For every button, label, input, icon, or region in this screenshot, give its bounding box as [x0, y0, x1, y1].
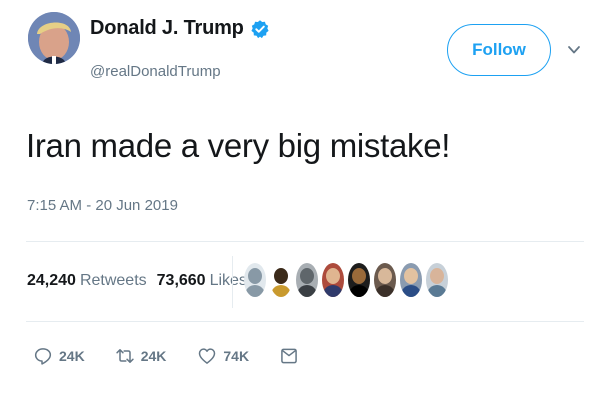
engagement-stats: 24,240 Retweets 73,660 Likes	[27, 272, 257, 290]
retweet-icon	[116, 349, 134, 363]
tweet-text: Iran made a very big mistake!	[26, 127, 451, 164]
like-button[interactable]: 74K	[197, 346, 249, 366]
likes-label: Likes	[209, 272, 247, 289]
author-name-row: Donald J. Trump	[90, 17, 270, 40]
avatar-photo	[28, 12, 80, 64]
retweet-count: 24K	[140, 348, 167, 364]
reply-count: 24K	[59, 348, 85, 364]
follow-button[interactable]: Follow	[447, 24, 551, 76]
stats-separator	[232, 256, 233, 308]
retweets-label: Retweets	[79, 272, 147, 289]
liker-avatars	[244, 263, 448, 297]
likes-count: 73,660	[156, 272, 206, 289]
envelope-icon	[281, 348, 297, 364]
heart-icon	[199, 348, 216, 364]
author-name[interactable]: Donald J. Trump	[90, 17, 244, 40]
tweet-actions: 24K 24K 74K	[33, 346, 299, 366]
verified-badge-icon	[251, 19, 269, 38]
liker-avatar[interactable]	[322, 263, 344, 297]
divider-top	[26, 241, 584, 242]
liker-avatar[interactable]	[374, 263, 396, 297]
like-count: 74K	[223, 348, 250, 364]
divider-bottom	[26, 321, 584, 322]
liker-avatar[interactable]	[348, 263, 370, 297]
direct-message-button[interactable]	[279, 346, 299, 366]
reply-icon	[34, 348, 52, 365]
liker-avatar[interactable]	[426, 263, 448, 297]
liker-avatar[interactable]	[400, 263, 422, 297]
tweet-card: Donald J. Trump @realDonaldTrump Follow …	[0, 0, 600, 400]
liker-avatar[interactable]	[296, 263, 318, 297]
retweet-button[interactable]: 24K	[115, 346, 167, 366]
likes-stat[interactable]: 73,660 Likes	[157, 272, 247, 290]
author-handle[interactable]: @realDonaldTrump	[90, 63, 221, 80]
retweets-count: 24,240	[27, 272, 76, 289]
liker-avatar[interactable]	[270, 263, 292, 297]
reply-button[interactable]: 24K	[33, 346, 85, 366]
liker-avatar[interactable]	[244, 263, 266, 297]
retweets-stat[interactable]: 24,240 Retweets	[27, 272, 147, 290]
chevron-down-icon[interactable]	[566, 44, 582, 56]
avatar[interactable]	[28, 12, 80, 64]
tweet-timestamp[interactable]: 7:15 AM - 20 Jun 2019	[27, 197, 178, 214]
